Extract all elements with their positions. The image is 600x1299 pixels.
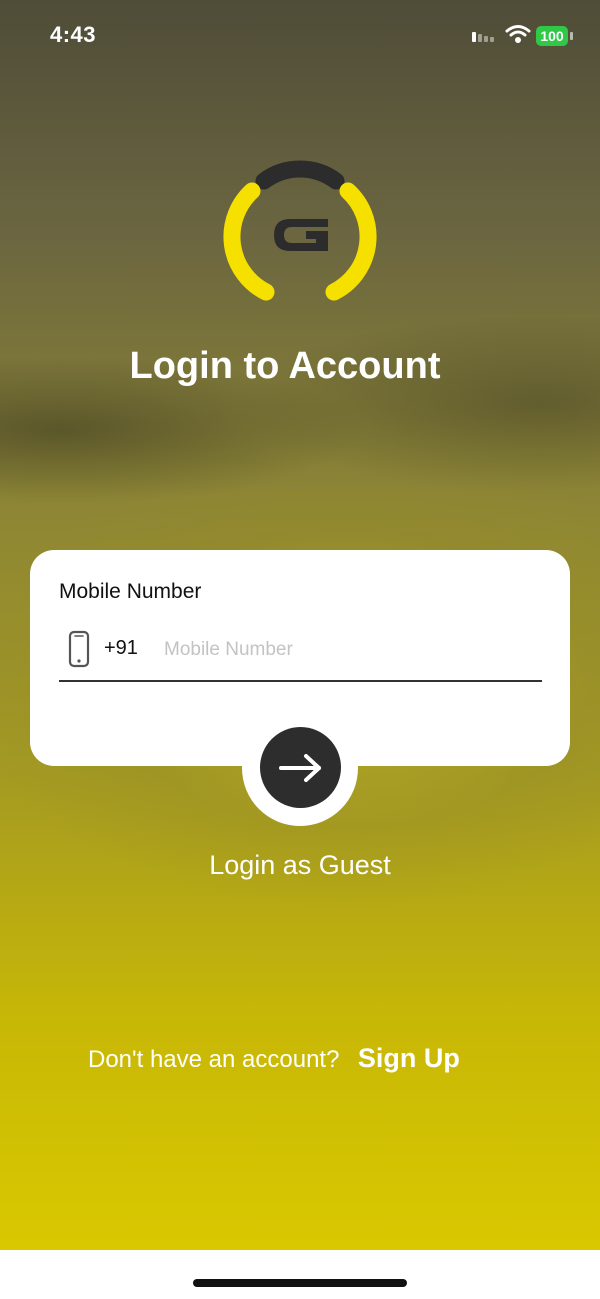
arrow-right-icon	[278, 753, 321, 782]
battery-icon: 100	[536, 26, 568, 46]
phone-icon	[68, 630, 90, 668]
country-code[interactable]: +91	[104, 637, 138, 660]
battery-tip	[570, 32, 573, 40]
signup-row: Don't have an account? Sign Up	[88, 1043, 460, 1074]
logo-letter: G	[300, 234, 301, 236]
sign-up-link[interactable]: Sign Up	[358, 1043, 460, 1073]
mobile-number-input[interactable]	[162, 632, 536, 668]
status-time: 4:43	[50, 22, 97, 47]
mobile-number-label: Mobile Number	[59, 580, 202, 603]
home-indicator[interactable]	[193, 1279, 407, 1287]
login-screen: 4:43 100 G Login to Account Mobile Numbe…	[0, 0, 600, 1299]
login-as-guest-link[interactable]: Login as Guest	[0, 850, 600, 881]
signup-question: Don't have an account?	[88, 1046, 340, 1073]
signal-icon	[472, 32, 494, 42]
wifi-icon	[505, 25, 531, 43]
page-title: Login to Account	[129, 345, 441, 387]
status-bar: 4:43 100	[0, 0, 600, 70]
input-underline	[59, 680, 542, 682]
submit-arrow-button[interactable]	[260, 727, 341, 808]
app-logo-icon: G	[223, 160, 377, 301]
